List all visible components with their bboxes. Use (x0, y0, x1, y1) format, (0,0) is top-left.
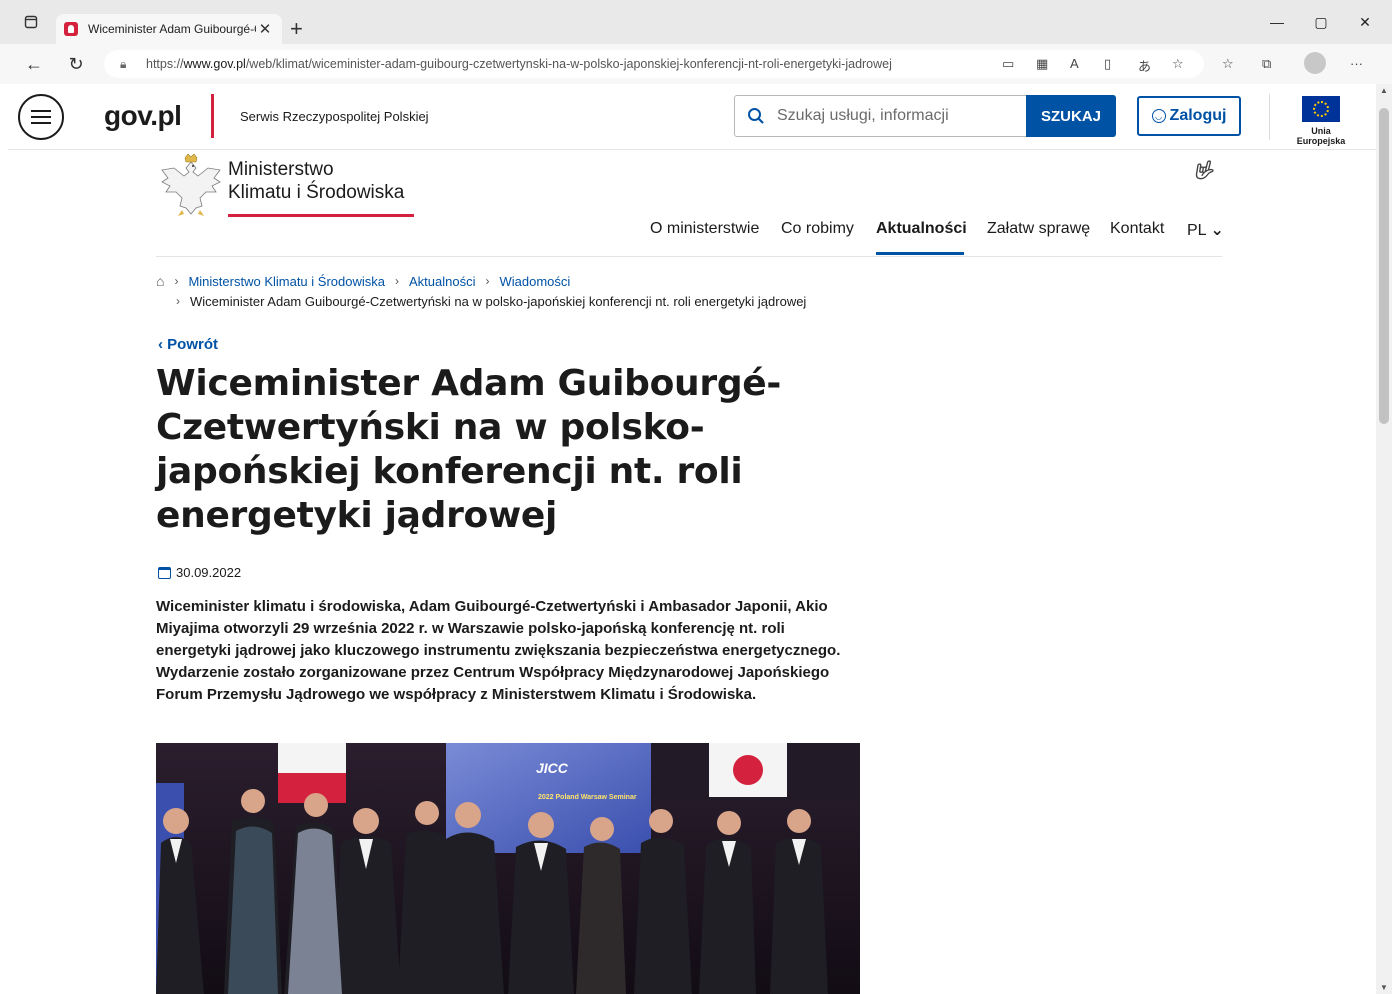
refresh-icon[interactable]: ↻ (62, 52, 90, 76)
language-selector[interactable]: PL ⌄ (1187, 220, 1224, 240)
url-prefix: https:// (146, 57, 184, 71)
article-date: 30.09.2022 (158, 565, 241, 580)
browser-toolbar: ← ↻ 🔒︎ https://www.gov.pl/web/klimat/wic… (0, 44, 1392, 84)
breadcrumb-separator-icon: › (485, 274, 490, 288)
photo-banner-subtitle: 2022 Poland Warsaw Seminar (538, 794, 637, 801)
gov-header: gov.pl Serwis Rzeczypospolitej Polskiej … (8, 84, 1376, 150)
translate-icon[interactable]: あ (1138, 56, 1151, 75)
url-path: /web/klimat/wiceminister-adam-guibourg-c… (245, 57, 892, 71)
breadcrumb-separator-icon: › (174, 274, 179, 288)
calendar-icon (158, 566, 171, 579)
search-button[interactable]: SZUKAJ (1026, 95, 1116, 137)
tab-actions-icon[interactable] (14, 8, 48, 36)
gov-favicon-icon (64, 22, 78, 36)
scroll-thumb[interactable] (1379, 108, 1389, 424)
breadcrumb-wiadomosci[interactable]: Wiadomości (499, 274, 570, 289)
article-title: Wiceminister Adam Guibourgé-Czetwertyńsk… (156, 363, 782, 536)
breadcrumb-separator-icon: › (176, 294, 180, 308)
back-arrow-icon[interactable]: ← (20, 52, 48, 76)
nav-kontakt[interactable]: Kontakt (1110, 220, 1164, 238)
add-favorite-icon[interactable]: ☆ (1172, 56, 1184, 72)
profile-avatar-icon[interactable] (1304, 52, 1326, 74)
nav-aktualnosci[interactable]: Aktualności (876, 220, 967, 238)
chevron-down-icon: ⌄ (1210, 222, 1224, 239)
eu-flag-icon (1302, 96, 1340, 122)
service-name: Serwis Rzeczypospolitej Polskiej (240, 109, 429, 124)
browser-tab[interactable]: Wiceminister Adam Guibourgé-C ✕ (56, 14, 282, 44)
maximize-icon[interactable]: ▢ (1298, 14, 1344, 31)
active-nav-underline (876, 252, 964, 255)
qr-icon[interactable]: ▦ (1036, 56, 1048, 72)
ministry-name-line2: Klimatu i Środowiska (228, 182, 405, 203)
polish-eagle-icon (161, 154, 221, 216)
lock-icon: 🔒︎ (120, 56, 127, 71)
hamburger-menu-button[interactable] (18, 94, 64, 140)
chevron-left-icon: ‹ (158, 336, 163, 353)
home-icon[interactable]: ⌂ (156, 273, 164, 289)
login-label: Zaloguj (1169, 107, 1227, 124)
back-label: Powrót (167, 336, 219, 353)
tab-strip: Wiceminister Adam Guibourgé-C ✕ + — ▢ ✕ (0, 0, 1392, 44)
date-value: 30.09.2022 (176, 565, 242, 580)
user-icon: ◡ (1151, 109, 1166, 123)
login-button[interactable]: ◡ Zaloguj (1137, 96, 1241, 136)
more-icon[interactable]: ··· (1350, 56, 1363, 71)
eu-label: Unia Europejska (1296, 126, 1346, 146)
nav-o-ministerstwie[interactable]: O ministerstwie (650, 220, 759, 238)
main-navigation: O ministerstwie Co robimy Aktualności Za… (156, 214, 1224, 257)
article-photo: JICC 2022 Poland Warsaw Seminar (156, 743, 860, 994)
breadcrumb-current: Wiceminister Adam Guibourgé-Czetwertyńsk… (190, 293, 807, 309)
ministry-name: Ministerstwo Klimatu i Środowiska (228, 158, 404, 204)
tab-title: Wiceminister Adam Guibourgé-C (88, 22, 256, 36)
language-label: PL (1187, 222, 1206, 239)
minimize-icon[interactable]: — (1254, 14, 1300, 30)
article-lead: Wiceminister klimatu i środowiska, Adam … (156, 598, 841, 703)
nav-co-robimy[interactable]: Co robimy (781, 220, 854, 238)
favorites-icon[interactable]: ☆ (1222, 56, 1234, 72)
ministry-logo[interactable]: Ministerstwo Klimatu i Środowiska (160, 154, 422, 220)
close-window-icon[interactable]: ✕ (1342, 14, 1388, 31)
collections-icon[interactable]: ⧉ (1262, 56, 1271, 72)
page-scrollbar[interactable]: ▲ ▼ (1376, 84, 1392, 994)
conference-group-photo: JICC 2022 Poland Warsaw Seminar (156, 743, 860, 994)
scroll-down-icon[interactable]: ▼ (1380, 983, 1388, 992)
ministry-name-line1: Ministerstwo (228, 159, 334, 180)
sign-language-icon[interactable]: 🤟︎ (1192, 160, 1215, 181)
immersive-reader-icon[interactable]: ▯ (1104, 56, 1111, 72)
breadcrumb-aktualnosci[interactable]: Aktualności (409, 274, 475, 289)
eu-divider (1269, 94, 1270, 140)
logo-divider (211, 94, 214, 138)
new-tab-icon[interactable]: + (290, 18, 303, 40)
back-link[interactable]: ‹ Powrót (158, 336, 218, 353)
app-available-icon[interactable]: ▭ (1002, 56, 1014, 72)
scroll-up-icon[interactable]: ▲ (1380, 86, 1388, 95)
breadcrumb-separator-icon: › (394, 274, 399, 288)
eu-logo[interactable]: Unia Europejska (1286, 96, 1356, 146)
browser-chrome: Wiceminister Adam Guibourgé-C ✕ + — ▢ ✕ … (0, 0, 1392, 84)
close-tab-icon[interactable]: ✕ (256, 20, 274, 38)
gov-logo[interactable]: gov.pl (104, 100, 182, 132)
read-aloud-icon[interactable]: A (1070, 56, 1079, 71)
search-icon (735, 107, 777, 125)
nav-zalatw-sprawe[interactable]: Załatw sprawę (987, 220, 1090, 238)
url-host: www.gov.pl (183, 57, 246, 71)
breadcrumb-ministry[interactable]: Ministerstwo Klimatu i Środowiska (188, 274, 385, 289)
photo-banner-text: JICC (536, 760, 569, 776)
breadcrumb: ⌂ › Ministerstwo Klimatu i Środowiska › … (156, 271, 956, 311)
